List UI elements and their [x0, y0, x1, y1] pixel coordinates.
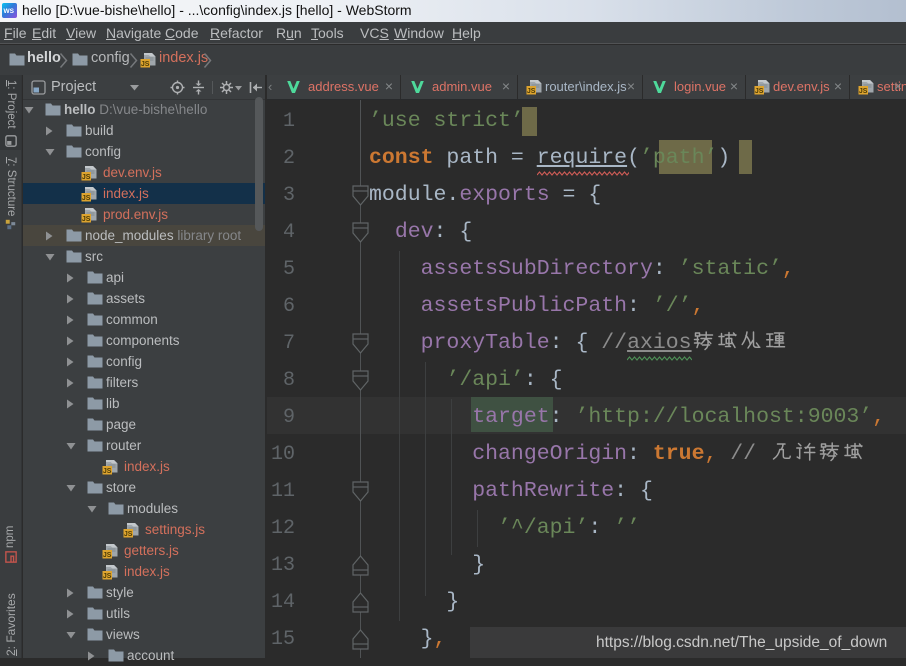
svg-text:JS: JS [103, 552, 112, 559]
svg-text:JS: JS [527, 88, 536, 95]
svg-text:JS: JS [859, 88, 868, 95]
svg-text:JS: JS [82, 195, 91, 202]
svg-text:JS: JS [103, 573, 112, 580]
svg-text:JS: JS [755, 88, 764, 95]
svg-text:JS: JS [82, 174, 91, 181]
svg-text:JS: JS [82, 216, 91, 223]
svg-text:JS: JS [103, 468, 112, 475]
svg-text:JS: JS [141, 61, 150, 68]
svg-text:JS: JS [124, 531, 133, 538]
